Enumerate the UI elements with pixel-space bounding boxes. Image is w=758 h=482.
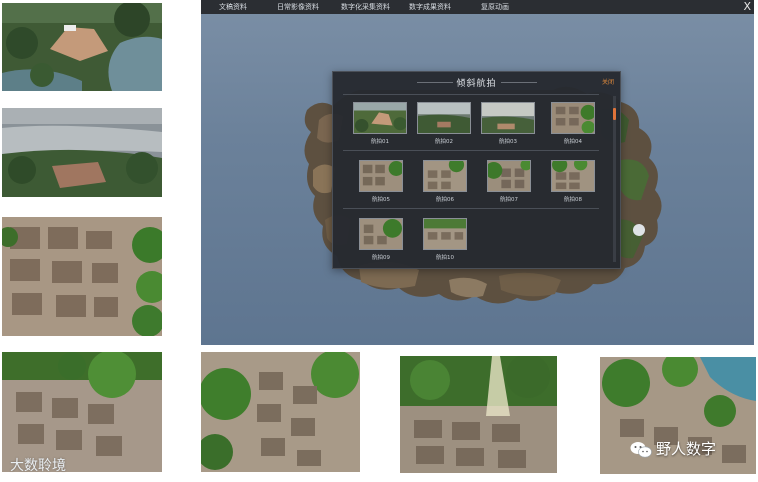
dialog-divider [343,94,599,95]
watermark-left-text: 大数聆境 [10,458,66,474]
thumbnail-caption: 航拍03 [499,139,517,145]
aerial-thumbnail[interactable]: 航拍07 [487,160,531,203]
dialog-scrollbar-thumb[interactable] [613,108,616,120]
thumbnail-caption: 航拍06 [436,197,454,203]
close-icon[interactable]: X [743,0,751,14]
dialog-close-button[interactable]: 关闭 [602,77,614,86]
menu-item-digital-capture[interactable]: 数字化采集资料 [341,0,390,14]
thumbnail-caption: 航拍01 [371,139,389,145]
photo-site-sunlight [400,356,557,473]
thumbnail-image [487,160,531,192]
thumbnail-caption: 航拍04 [564,139,582,145]
menu-item-daily-images[interactable]: 日常影像资料 [277,0,319,14]
aerial-thumbnail[interactable]: 航拍06 [423,160,467,203]
watermark-right: 野人数字 [630,438,716,459]
thumbnail-caption: 航拍09 [372,255,390,261]
thumbnail-image [417,102,471,134]
photo-lake-excavation-overview [2,108,162,197]
aerial-thumbnail[interactable]: 航拍10 [423,218,467,261]
aerial-thumbnail[interactable]: 航拍05 [359,160,403,203]
row-divider [343,208,599,209]
photo-oblique-trenches [201,352,360,472]
aerial-thumbnail[interactable]: 航拍08 [551,160,595,203]
aerial-thumbnail[interactable]: 航拍04 [551,102,595,145]
oblique-aerial-dialog: 倾斜航拍 关闭 航拍01 航拍02 航拍03 航拍04 航拍05 航拍06 航拍… [332,71,621,269]
thumbnail-caption: 航拍07 [500,197,518,203]
thumbnail-image [481,102,535,134]
thumbnail-image [353,102,407,134]
dialog-title: 倾斜航拍 [456,79,497,89]
thumbnail-caption: 航拍05 [372,197,390,203]
aerial-thumbnail[interactable]: 航拍03 [481,102,535,145]
aerial-thumbnail[interactable]: 航拍09 [359,218,403,261]
thumbnail-caption: 航拍08 [564,197,582,203]
thumbnail-image [359,160,403,192]
aerial-thumbnail[interactable]: 航拍01 [353,102,407,145]
photo-trench-grid-with-trees [2,352,162,472]
thumbnail-caption: 航拍10 [436,255,454,261]
digital-archive-viewer: 文稿资料 日常影像资料 数字化采集资料 数字成果资料 复原动画 X 倾斜航拍 关… [201,0,754,345]
photo-aerial-lake-site [2,3,162,91]
thumbnail-caption: 航拍02 [435,139,453,145]
menu-item-documents[interactable]: 文稿资料 [219,0,247,14]
aerial-thumbnail[interactable]: 航拍02 [417,102,471,145]
menu-item-digital-results[interactable]: 数字成果资料 [409,0,451,14]
row-divider [343,150,599,151]
photo-trench-grid-topdown [2,217,162,336]
title-rule-right [501,82,537,83]
watermark-right-text: 野人数字 [656,440,717,458]
dialog-scrollbar-track[interactable] [613,96,616,262]
top-menu-bar: 文稿资料 日常影像资料 数字化采集资料 数字成果资料 复原动画 X [201,0,754,14]
watermark-left: 大数聆境 [10,455,66,475]
menu-item-restoration-animation[interactable]: 复原动画 [481,0,509,14]
thumbnail-image [551,160,595,192]
thumbnail-image [551,102,595,134]
thumbnail-image [359,218,403,250]
thumbnail-image [423,160,467,192]
wechat-icon [630,441,652,457]
thumbnail-image [423,218,467,250]
